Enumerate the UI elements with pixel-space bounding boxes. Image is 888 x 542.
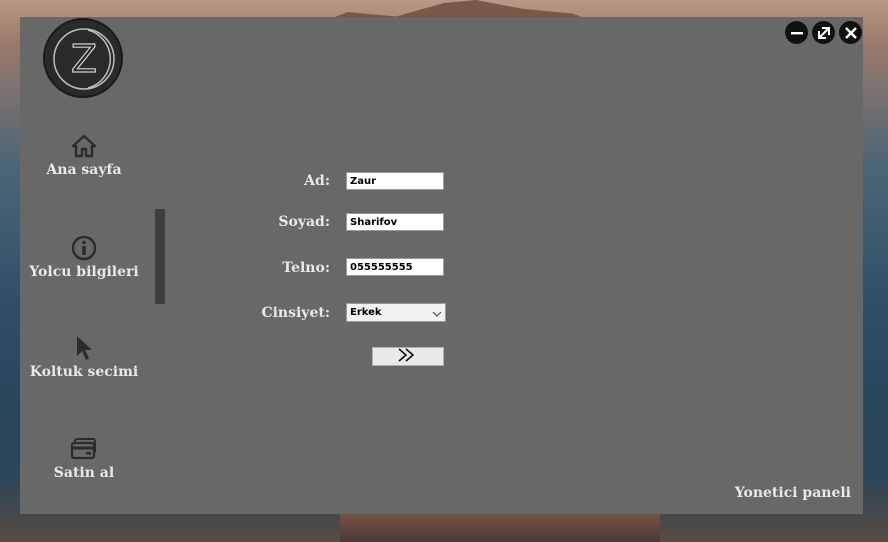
chevron-down-icon	[432, 303, 442, 322]
info-icon	[70, 234, 98, 262]
app-window: Z Ana sayfa Yolcu bilgileri Koltuk secim…	[20, 17, 863, 514]
phone-field[interactable]	[346, 258, 444, 276]
cursor-icon	[70, 334, 98, 362]
gender-select-value: Erkek	[350, 307, 382, 318]
minimize-icon[interactable]	[785, 21, 808, 44]
close-icon[interactable]	[839, 21, 862, 44]
surname-label: Soyad:	[278, 214, 330, 230]
gender-label: Cinsiyet:	[261, 305, 330, 321]
sidebar-item-ana-sayfa[interactable]: Ana sayfa	[20, 132, 148, 178]
sidebar-item-satin-al[interactable]: Satin al	[20, 435, 148, 481]
sidebar-active-indicator	[155, 209, 165, 304]
sidebar-item-yolcu-bilgileri[interactable]: Yolcu bilgileri	[20, 234, 148, 280]
app-logo: Z	[43, 18, 123, 98]
double-chevron-right-icon	[397, 347, 419, 366]
gender-select[interactable]: Erkek	[346, 303, 446, 322]
phone-label: Telno:	[282, 260, 330, 276]
sidebar-item-label: Ana sayfa	[46, 162, 122, 178]
sidebar-item-label: Satin al	[53, 465, 115, 481]
name-field[interactable]	[346, 172, 444, 190]
surname-field[interactable]	[346, 213, 444, 231]
background-shore	[340, 514, 660, 542]
svg-text:Z: Z	[71, 37, 97, 81]
sidebar-item-label: Yolcu bilgileri	[29, 264, 139, 280]
admin-panel-link[interactable]: Yonetici paneli	[735, 485, 851, 501]
home-icon	[70, 132, 98, 160]
sidebar-item-koltuk-secimi[interactable]: Koltuk secimi	[20, 334, 148, 380]
name-label: Ad:	[304, 173, 330, 189]
credit-card-icon	[70, 435, 98, 463]
restore-icon[interactable]	[812, 21, 835, 44]
next-button[interactable]	[372, 347, 444, 366]
sidebar-item-label: Koltuk secimi	[29, 364, 139, 380]
